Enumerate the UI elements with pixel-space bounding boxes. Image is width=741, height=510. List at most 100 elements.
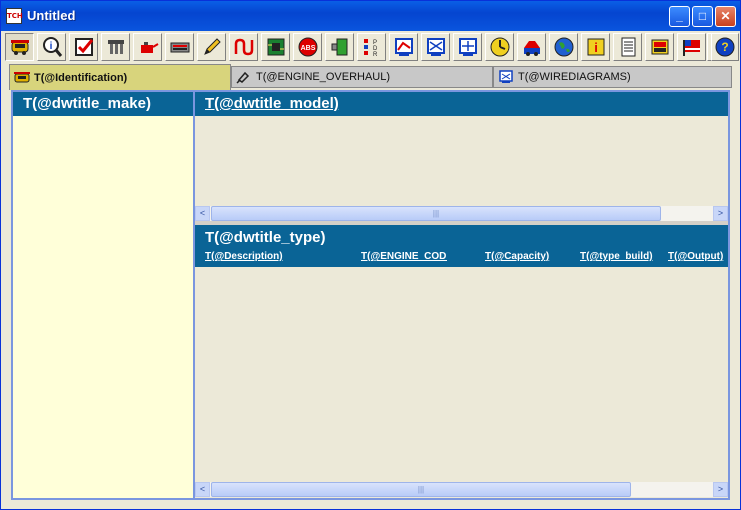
toolbar-lubricants-button[interactable] [133, 33, 162, 61]
toolbar-edit-button[interactable] [197, 33, 226, 61]
toolbar-abs-button[interactable]: ABS [293, 33, 322, 61]
make-list-pane[interactable]: T(@dwtitle_make) [11, 90, 194, 500]
main-toolbar: i ABS PDR i [5, 32, 740, 62]
search-info-icon: i [42, 37, 62, 57]
close-icon: ✕ [720, 9, 731, 23]
column-header-description[interactable]: T(@Description) [205, 251, 355, 262]
scroll-left-button[interactable]: < [195, 206, 210, 221]
toolbar-tyres-button[interactable] [517, 33, 546, 61]
wiring-diagram-2-icon [458, 38, 477, 56]
grip-icon: ||| [432, 209, 440, 218]
book-icon [651, 39, 668, 55]
identification-content: T(@dwtitle_make) T(@dwtitle_model) < |||… [11, 90, 730, 500]
oil-can-icon [140, 42, 159, 53]
chevron-right-icon: > [717, 208, 724, 218]
wiring-diagram-icon [426, 38, 445, 56]
wire-icon [234, 38, 253, 56]
type-pane-title: T(@dwtitle_type) [205, 229, 326, 246]
chevron-left-icon: < [199, 484, 206, 494]
svg-text:i: i [594, 40, 598, 55]
clock-gauge-icon [490, 37, 509, 57]
diagram-icon [394, 38, 413, 56]
tab-wirediagrams[interactable]: T(@WIREDIAGRAMS) [493, 66, 732, 88]
tab-identification[interactable]: T(@Identification) [9, 64, 231, 90]
globe-icon [554, 37, 573, 57]
tab-label: T(@Identification) [34, 71, 128, 84]
pencil-icon [203, 38, 221, 55]
svg-text:ABS: ABS [300, 45, 315, 52]
scroll-left-button[interactable]: < [195, 482, 210, 497]
circuit-board-icon [267, 38, 284, 56]
toolbar-timing-button[interactable] [485, 33, 514, 61]
car-icon [14, 71, 30, 82]
window-title: Untitled [27, 8, 76, 23]
toolbar-manual-button[interactable] [645, 33, 674, 61]
column-header-type-build[interactable]: T(@type_build) [580, 251, 662, 262]
toolbar-help-button[interactable]: ? [711, 33, 739, 61]
toolbar-checklist-button[interactable] [69, 33, 98, 61]
toolbar-language-button[interactable] [677, 33, 706, 61]
car-icon [10, 40, 29, 55]
toolbar-diagram-button[interactable] [389, 33, 418, 61]
diagram-icon [499, 70, 513, 83]
type-pane-header: T(@dwtitle_type) T(@Description) T(@ENGI… [195, 225, 728, 267]
chevron-right-icon: > [717, 484, 724, 494]
tab-label: T(@WIREDIAGRAMS) [518, 71, 631, 83]
make-pane-title: T(@dwtitle_make) [13, 92, 193, 116]
close-button[interactable]: ✕ [715, 6, 736, 27]
type-horizontal-scrollbar[interactable]: < ||| > [195, 482, 728, 497]
info-icon: i [587, 38, 604, 56]
svg-text:i: i [49, 41, 52, 52]
minimize-icon: _ [676, 9, 683, 23]
model-type-pane: T(@dwtitle_model) < ||| > T(@dwtitle_typ… [194, 90, 730, 500]
toolbar-connector-button[interactable] [325, 33, 354, 61]
toolbar-wiring-button[interactable] [229, 33, 258, 61]
connector-icon [331, 38, 347, 56]
tab-engine-overhaul[interactable]: T(@ENGINE_OVERHAUL) [231, 66, 493, 88]
toolbar-ecu-button[interactable] [261, 33, 290, 61]
piston-icon [236, 71, 250, 84]
toolbar-battery-button[interactable] [165, 33, 194, 61]
model-pane-title[interactable]: T(@dwtitle_model) [195, 92, 728, 116]
toolbar-info-button[interactable]: i [581, 33, 610, 61]
maximize-icon: □ [698, 9, 707, 23]
scroll-right-button[interactable]: > [713, 482, 728, 497]
document-icon [621, 37, 635, 57]
type-column-headers: T(@Description) T(@ENGINE_CODE) T(@Capac… [205, 249, 728, 267]
checklist-icon [74, 38, 93, 56]
svg-text:R: R [373, 52, 378, 58]
grip-icon: ||| [417, 485, 425, 494]
help-icon: ? [715, 37, 735, 57]
model-horizontal-scrollbar[interactable]: < ||| > [195, 206, 728, 221]
tab-label: T(@ENGINE_OVERHAUL) [256, 71, 391, 83]
toolbar-internet-button[interactable] [549, 33, 578, 61]
chevron-left-icon: < [199, 208, 206, 218]
svg-text:?: ? [721, 40, 728, 54]
tyre-icon [523, 41, 540, 56]
scroll-thumb[interactable]: ||| [211, 482, 631, 497]
title-bar[interactable]: TCH Untitled _ □ ✕ [1, 1, 740, 31]
toolbar-wire-diagram-2-button[interactable] [453, 33, 482, 61]
minimize-button[interactable]: _ [669, 6, 690, 27]
toolbar-document-button[interactable] [613, 33, 642, 61]
belt-icon [107, 40, 124, 54]
column-header-output[interactable]: T(@Output) [668, 251, 728, 262]
type-list-pane[interactable]: T(@dwtitle_type) T(@Description) T(@ENGI… [195, 225, 728, 498]
toolbar-wire-diagram-button[interactable] [421, 33, 450, 61]
toolbar-search-button[interactable]: i [37, 33, 66, 61]
column-header-engine-code[interactable]: T(@ENGINE_CODE) [361, 251, 447, 262]
abs-icon: ABS [298, 37, 317, 57]
scroll-thumb[interactable]: ||| [211, 206, 661, 221]
model-list-pane[interactable]: T(@dwtitle_model) < ||| > [195, 92, 728, 222]
pdr-icon: PDR [363, 39, 378, 58]
column-header-capacity[interactable]: T(@Capacity) [485, 251, 575, 262]
toolbar-identification-button[interactable] [5, 33, 34, 61]
toolbar-timing-belt-button[interactable] [101, 33, 130, 61]
maximize-button[interactable]: □ [692, 6, 713, 27]
app-icon[interactable]: TCH [6, 8, 23, 24]
flag-icon [682, 40, 700, 56]
tab-strip: T(@Identification) T(@ENGINE_OVERHAUL) T… [5, 64, 740, 90]
scroll-right-button[interactable]: > [713, 206, 728, 221]
battery-icon [170, 42, 189, 53]
toolbar-pdr-button[interactable]: PDR [357, 33, 386, 61]
